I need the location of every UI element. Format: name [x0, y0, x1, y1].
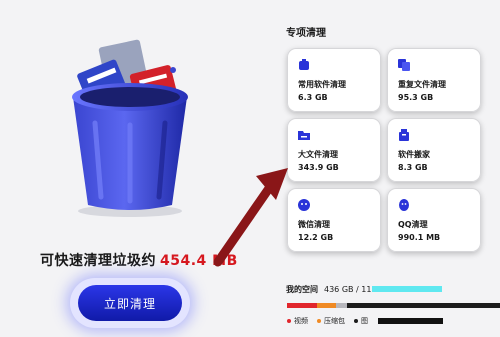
card-software-clean[interactable]: 常用软件清理 6.3 GB [287, 48, 381, 112]
wechat-icon [298, 199, 310, 211]
storage-value: 436 GB / 11 [324, 285, 372, 294]
legend-label: 图 [361, 317, 368, 325]
card-qq-clean[interactable]: QQ清理 990.1 MB [387, 188, 481, 252]
move-icon [399, 129, 409, 141]
card-name: 软件搬家 [398, 150, 430, 159]
clean-now-button[interactable]: 立即清理 [78, 285, 182, 321]
storage-segment-video [287, 303, 317, 308]
clean-button-glow: 立即清理 [70, 278, 190, 328]
qq-icon [399, 199, 409, 211]
storage-segment-other [335, 303, 347, 308]
card-software-move[interactable]: 软件搬家 8.3 GB [387, 118, 481, 182]
card-large-file-clean[interactable]: 大文件清理 343.9 GB [287, 118, 381, 182]
card-size: 8.3 GB [398, 163, 428, 172]
storage-bar [287, 303, 500, 308]
storage-highlight [372, 286, 442, 292]
trash-bin-icon [72, 39, 188, 217]
card-size: 990.1 MB [398, 233, 441, 242]
card-name: 大文件清理 [298, 150, 338, 159]
left-panel: 可快速清理垃圾约 454.4 MB 立即清理 [0, 0, 270, 337]
legend-label: 压缩包 [324, 317, 345, 325]
storage-segment-archive [316, 303, 336, 308]
legend-dot [317, 319, 321, 323]
software-icon [299, 59, 309, 70]
legend-item-archive: 压缩包 [317, 316, 345, 326]
card-name: QQ清理 [398, 220, 428, 229]
redacted-region [378, 318, 443, 324]
card-name: 重复文件清理 [398, 80, 446, 89]
duplicate-file-icon [398, 59, 410, 71]
legend-label: 视频 [294, 317, 308, 325]
legend-item-video: 视频 [287, 316, 308, 326]
legend-dot [287, 319, 291, 323]
card-wechat-clean[interactable]: 微信清理 12.2 GB [287, 188, 381, 252]
clean-summary-text: 可快速清理垃圾约 [40, 253, 156, 269]
storage-title: 我的空间 [286, 285, 318, 294]
card-size: 95.3 GB [398, 93, 434, 102]
legend-dot [354, 319, 358, 323]
card-name: 微信清理 [298, 220, 330, 229]
clean-summary: 可快速清理垃圾约 454.4 MB [40, 250, 238, 270]
card-size: 12.2 GB [298, 233, 334, 242]
storage-summary: 我的空间 436 GB / 11 [286, 284, 371, 295]
card-duplicate-clean[interactable]: 重复文件清理 95.3 GB [387, 48, 481, 112]
storage-legend: 视频 压缩包 图 [287, 316, 377, 326]
legend-item-image: 图 [354, 316, 368, 326]
special-clean-title: 专项清理 [286, 28, 326, 39]
card-size: 343.9 GB [298, 163, 339, 172]
clean-amount: 454.4 MB [160, 253, 238, 269]
card-name: 常用软件清理 [298, 80, 346, 89]
card-size: 6.3 GB [298, 93, 328, 102]
folder-icon [298, 131, 310, 140]
